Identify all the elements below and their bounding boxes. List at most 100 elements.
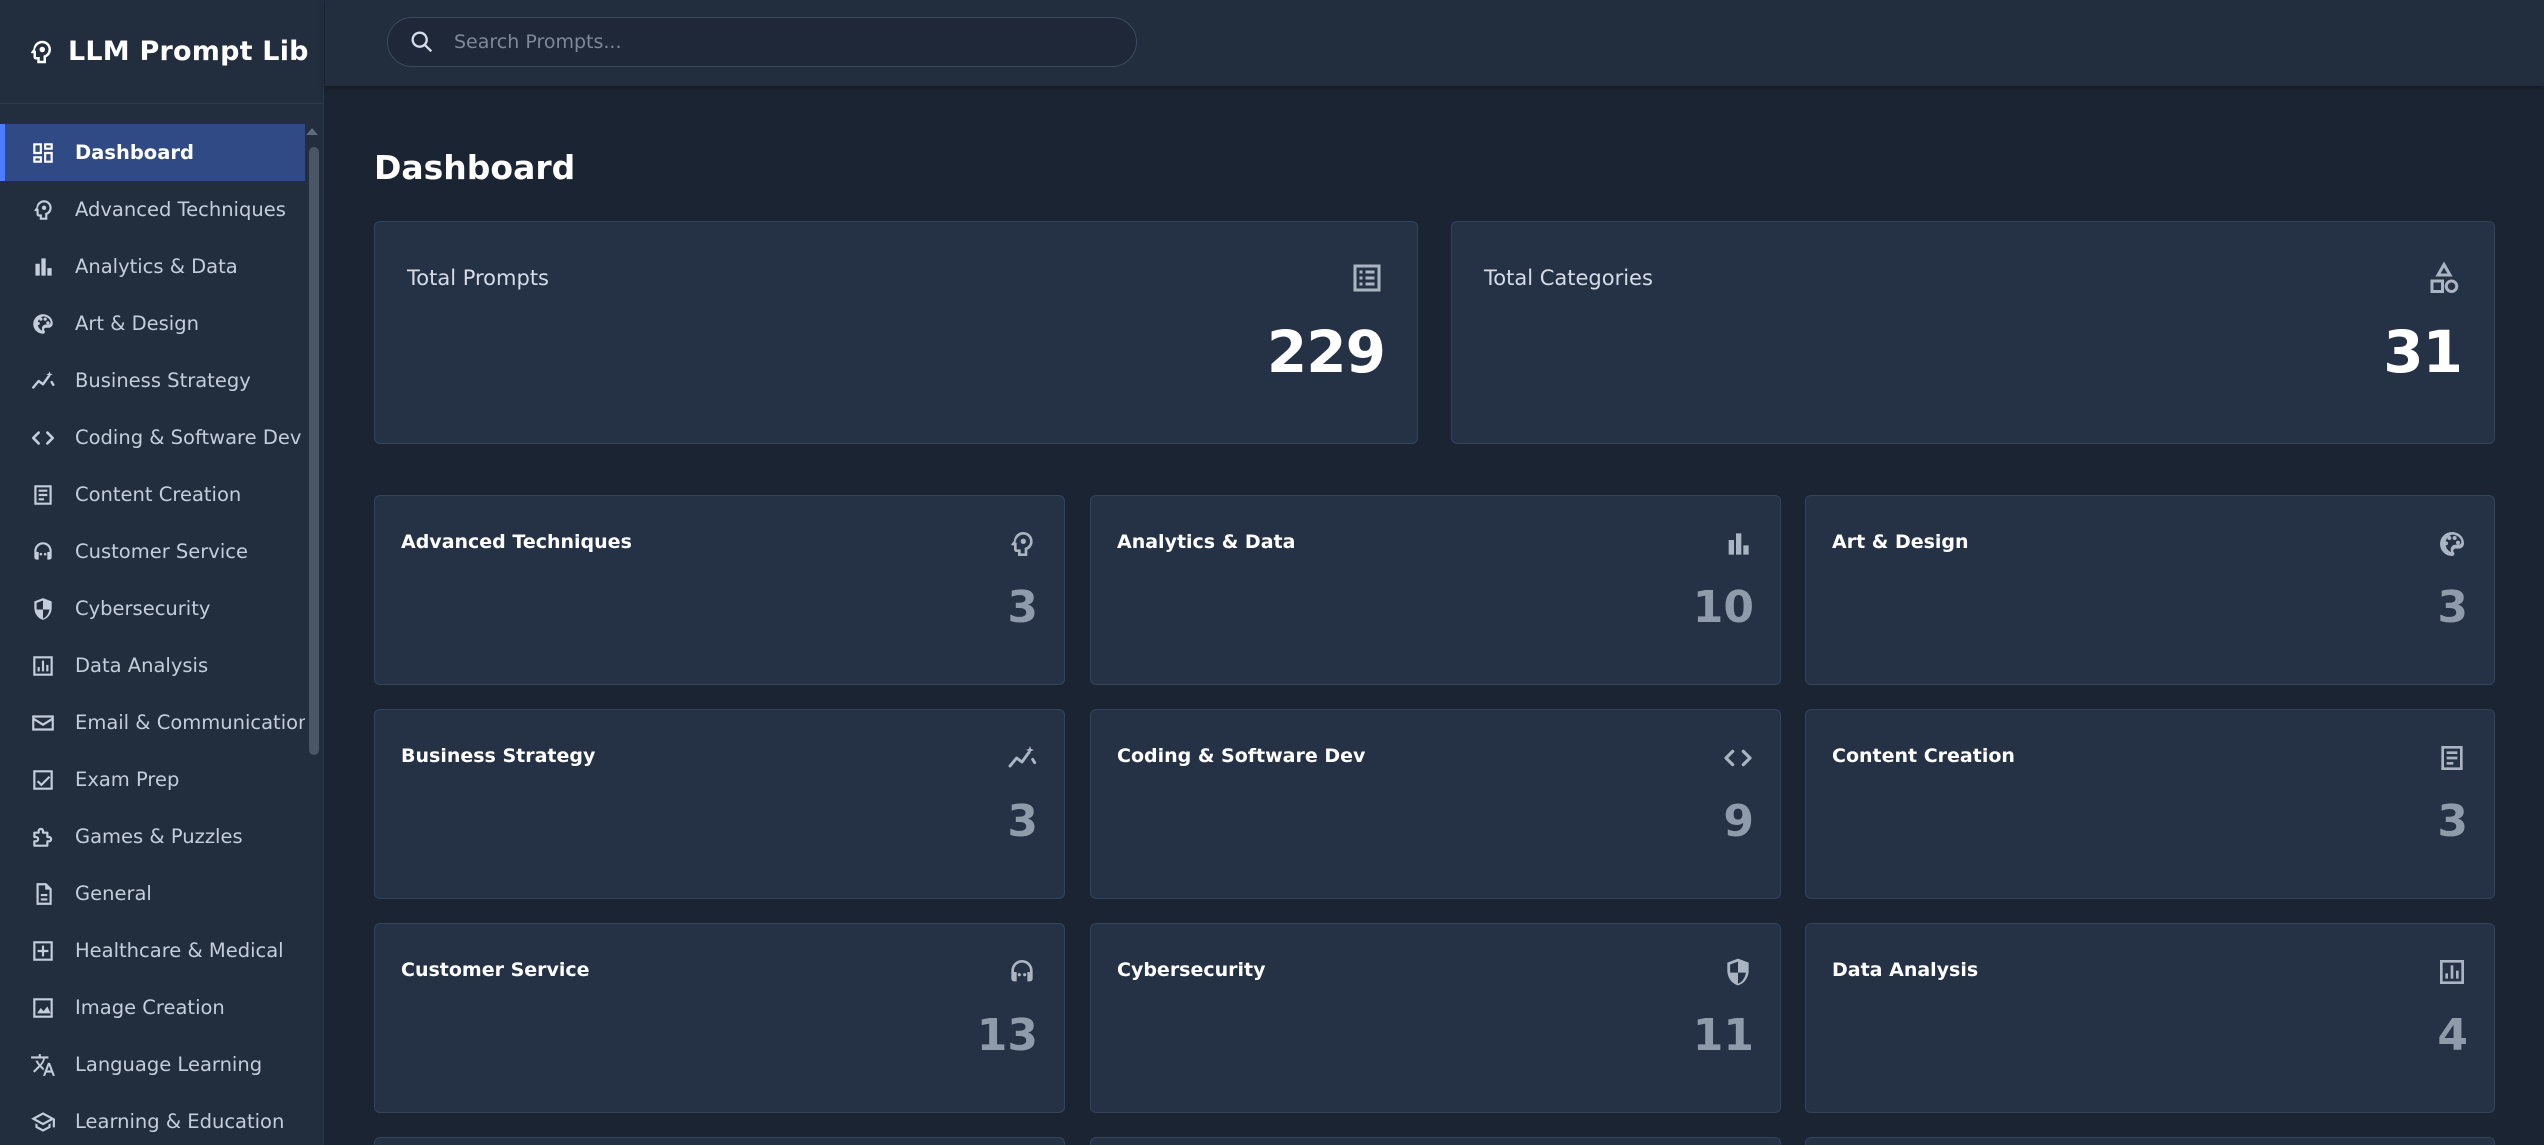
psychology-icon: [30, 197, 56, 223]
trend-sparkle-icon: [1006, 742, 1038, 774]
category-count: 3: [1007, 796, 1038, 847]
psychology-icon: [1006, 528, 1038, 560]
mail-icon: [30, 710, 56, 736]
sidebar-scrollbar-thumb[interactable]: [309, 147, 319, 755]
sidebar-item-label: Customer Service: [75, 540, 248, 563]
scroll-up-arrow-icon[interactable]: [306, 128, 318, 135]
category-label: Art & Design: [1832, 531, 1969, 553]
sidebar-item-dashboard[interactable]: Dashboard: [0, 124, 305, 181]
brand[interactable]: LLM Prompt Lib: [0, 0, 323, 104]
stat-card-total-prompts: Total Prompts 229: [374, 221, 1418, 444]
category-label: Advanced Techniques: [401, 531, 632, 553]
search-icon: [408, 28, 454, 56]
category-card-partial[interactable]: [374, 1137, 1065, 1145]
category-count: 3: [2437, 582, 2468, 633]
psychology-logo-icon: [26, 37, 56, 67]
bar-chart-icon: [30, 254, 56, 280]
school-icon: [30, 1109, 56, 1135]
sidebar-item-label: Dashboard: [75, 141, 194, 164]
sidebar-item-label: Content Creation: [75, 483, 242, 506]
sidebar-item-art-design[interactable]: Art & Design: [0, 295, 305, 352]
sidebar-item-games-puzzles[interactable]: Games & Puzzles: [0, 808, 305, 865]
sidebar-item-learning-education[interactable]: Learning & Education: [0, 1093, 305, 1145]
sidebar-item-label: General: [75, 882, 152, 905]
sidebar-item-label: Language Learning: [75, 1053, 263, 1076]
stat-value: 31: [2383, 318, 2463, 386]
category-card-art-design[interactable]: Art & Design 3: [1805, 495, 2495, 685]
stat-value: 229: [1266, 318, 1386, 386]
sidebar-item-label: Coding & Software Dev: [75, 426, 302, 449]
sidebar-item-language-learning[interactable]: Language Learning: [0, 1036, 305, 1093]
sidebar-item-image-creation[interactable]: Image Creation: [0, 979, 305, 1036]
sidebar-item-label: Cybersecurity: [75, 597, 211, 620]
code-icon: [1722, 742, 1754, 774]
sidebar-item-content-creation[interactable]: Content Creation: [0, 466, 305, 523]
stat-label: Total Categories: [1484, 266, 1653, 290]
category-count: 3: [2437, 796, 2468, 847]
category-label: Customer Service: [401, 959, 590, 981]
code-icon: [30, 425, 56, 451]
sidebar-item-label: Data Analysis: [75, 654, 209, 677]
sidebar: LLM Prompt Lib Dashboard Advanced Techni…: [0, 0, 324, 1145]
sidebar-item-customer-service[interactable]: Customer Service: [0, 523, 305, 580]
category-card-cybersecurity[interactable]: Cybersecurity 11: [1090, 923, 1781, 1113]
sidebar-item-general[interactable]: General: [0, 865, 305, 922]
top-header: [325, 0, 2544, 86]
app-title: LLM Prompt Lib: [68, 36, 309, 67]
category-count: 13: [976, 1010, 1038, 1061]
article-icon: [2436, 742, 2468, 774]
category-card-customer-service[interactable]: Customer Service 13: [374, 923, 1065, 1113]
sidebar-item-cybersecurity[interactable]: Cybersecurity: [0, 580, 305, 637]
sidebar-item-data-analysis[interactable]: Data Analysis: [0, 637, 305, 694]
page-title: Dashboard: [374, 148, 576, 187]
sidebar-item-label: Business Strategy: [75, 369, 251, 392]
category-card-content-creation[interactable]: Content Creation 3: [1805, 709, 2495, 899]
sidebar-nav: Dashboard Advanced Techniques Analytics …: [0, 124, 305, 1145]
list-icon: [1349, 260, 1385, 296]
sidebar-item-label: Advanced Techniques: [75, 198, 286, 221]
headset-icon: [30, 539, 56, 565]
sidebar-item-analytics-data[interactable]: Analytics & Data: [0, 238, 305, 295]
article-icon: [30, 482, 56, 508]
sidebar-item-advanced-techniques[interactable]: Advanced Techniques: [0, 181, 305, 238]
category-count: 11: [1692, 1010, 1754, 1061]
category-label: Business Strategy: [401, 745, 596, 767]
dashboard-icon: [30, 140, 56, 166]
category-count: 10: [1692, 582, 1754, 633]
sidebar-item-label: Image Creation: [75, 996, 225, 1019]
sidebar-item-healthcare-medical[interactable]: Healthcare & Medical: [0, 922, 305, 979]
category-card-advanced-techniques[interactable]: Advanced Techniques 3: [374, 495, 1065, 685]
document-icon: [30, 881, 56, 907]
stat-label: Total Prompts: [407, 266, 549, 290]
translate-icon: [30, 1052, 56, 1078]
trend-sparkle-icon: [30, 368, 56, 394]
app-root: LLM Prompt Lib Dashboard Advanced Techni…: [0, 0, 2544, 1145]
palette-icon: [2436, 528, 2468, 560]
category-card-coding-software-dev[interactable]: Coding & Software Dev 9: [1090, 709, 1781, 899]
shield-icon: [1722, 956, 1754, 988]
checkbox-icon: [30, 767, 56, 793]
category-count: 3: [1007, 582, 1038, 633]
category-label: Coding & Software Dev: [1117, 745, 1366, 767]
sidebar-item-email-communication[interactable]: Email & Communication: [0, 694, 305, 751]
analytics-icon: [30, 653, 56, 679]
sidebar-item-label: Games & Puzzles: [75, 825, 243, 848]
shield-icon: [30, 596, 56, 622]
category-card-analytics-data[interactable]: Analytics & Data 10: [1090, 495, 1781, 685]
category-card-data-analysis[interactable]: Data Analysis 4: [1805, 923, 2495, 1113]
sidebar-item-label: Learning & Education: [75, 1110, 285, 1133]
category-card-partial[interactable]: [1805, 1137, 2495, 1145]
category-count: 9: [1723, 796, 1754, 847]
search-input[interactable]: [454, 31, 1094, 53]
sidebar-item-exam-prep[interactable]: Exam Prep: [0, 751, 305, 808]
stat-card-total-categories: Total Categories 31: [1451, 221, 2495, 444]
bar-chart-icon: [1722, 528, 1754, 560]
sidebar-item-coding-software-dev[interactable]: Coding & Software Dev: [0, 409, 305, 466]
category-card-business-strategy[interactable]: Business Strategy 3: [374, 709, 1065, 899]
headset-icon: [1006, 956, 1038, 988]
sidebar-item-label: Healthcare & Medical: [75, 939, 284, 962]
puzzle-icon: [30, 824, 56, 850]
sidebar-item-business-strategy[interactable]: Business Strategy: [0, 352, 305, 409]
category-card-partial[interactable]: [1090, 1137, 1781, 1145]
search-bar[interactable]: [387, 17, 1137, 67]
